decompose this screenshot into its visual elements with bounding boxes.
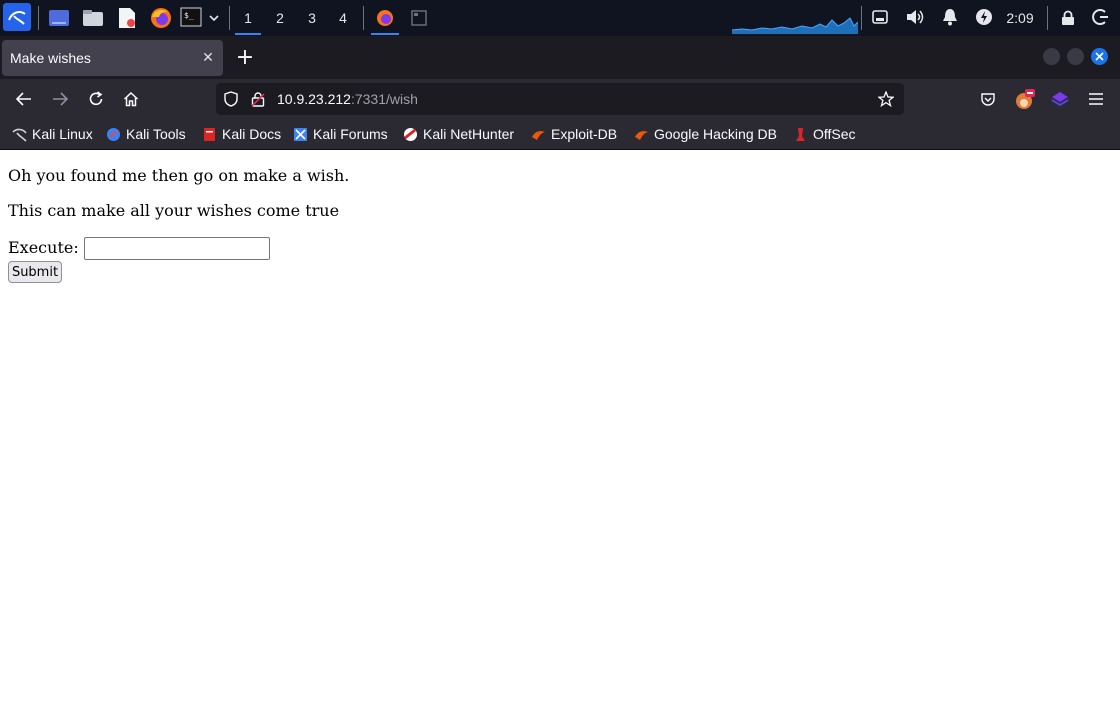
extension-purple-icon[interactable] xyxy=(1046,85,1074,113)
kali-dragon-icon xyxy=(12,127,27,142)
file-manager-icon[interactable] xyxy=(81,7,105,29)
tab-title: Make wishes xyxy=(10,50,91,66)
forward-icon[interactable] xyxy=(46,85,74,113)
chevron-down-icon[interactable] xyxy=(206,9,222,27)
bookmark-google-hacking-db[interactable]: Google Hacking DB xyxy=(634,119,777,149)
page-content: Oh you found me then go on make a wish. … xyxy=(0,151,1120,709)
workspace-3[interactable]: 3 xyxy=(297,0,327,36)
bookmark-kali-nethunter[interactable]: Kali NetHunter xyxy=(403,119,514,149)
kali-forums-icon xyxy=(293,127,308,142)
cpu-graph xyxy=(732,17,858,34)
minimize-window-button[interactable] xyxy=(1043,48,1060,65)
ghdb-icon xyxy=(634,127,649,142)
battery-monitor-icon[interactable] xyxy=(870,8,890,26)
back-icon[interactable] xyxy=(10,85,38,113)
intro-text: Oh you found me then go on make a wish. xyxy=(8,166,350,185)
submit-button[interactable]: Submit xyxy=(8,261,62,283)
pocket-icon[interactable] xyxy=(974,85,1002,113)
workspace-1[interactable]: 1 xyxy=(233,0,263,36)
url-text: 10.9.23.212:7331/wish xyxy=(277,83,418,115)
bookmark-label: Kali NetHunter xyxy=(423,126,515,142)
workspace-2[interactable]: 2 xyxy=(265,0,295,36)
url-host: 10.9.23.212 xyxy=(277,91,351,107)
bookmark-label: Google Hacking DB xyxy=(654,126,777,142)
bookmark-label: Kali Docs xyxy=(222,126,282,142)
url-path: :7331/wish xyxy=(350,91,418,107)
bookmark-label: Kali Forums xyxy=(313,126,388,142)
url-bar[interactable]: 10.9.23.212:7331/wish xyxy=(216,83,904,115)
taskbar-terminal-window[interactable] xyxy=(408,8,430,28)
reload-icon[interactable] xyxy=(82,85,110,113)
execute-input[interactable] xyxy=(84,237,270,260)
firefox-launcher-icon[interactable] xyxy=(148,5,174,31)
notification-bell-icon[interactable] xyxy=(940,7,960,27)
bookmark-star-icon[interactable] xyxy=(877,90,895,108)
execute-label: Execute: xyxy=(8,238,79,257)
navigation-toolbar: 10.9.23.212:7331/wish xyxy=(0,79,1120,119)
new-tab-icon[interactable]: + xyxy=(233,45,257,70)
taskbar-firefox-window[interactable] xyxy=(369,0,401,36)
wish-text: This can make all your wishes come true xyxy=(8,201,340,220)
tab-strip: Make wishes ✕ + xyxy=(0,36,1120,79)
bookmark-label: OffSec xyxy=(813,126,856,142)
kali-docs-icon xyxy=(202,127,217,142)
desktop-panel: $_ 1 2 3 4 2:09 xyxy=(0,0,1120,36)
bookmark-kali-docs[interactable]: Kali Docs xyxy=(202,119,281,149)
insecure-lock-icon[interactable] xyxy=(249,90,267,108)
bookmarks-toolbar: Kali Linux Kali Tools Kali Docs Kali For… xyxy=(0,119,1120,150)
lock-screen-icon[interactable] xyxy=(1059,8,1077,28)
bookmark-label: Kali Linux xyxy=(32,126,93,142)
volume-icon[interactable] xyxy=(904,7,926,27)
text-editor-icon[interactable] xyxy=(115,6,139,30)
logout-icon[interactable] xyxy=(1090,7,1110,27)
exploit-db-icon xyxy=(531,127,546,142)
panel-clock[interactable]: 2:09 xyxy=(1000,0,1040,36)
power-manager-icon[interactable] xyxy=(974,7,994,27)
bookmark-label: Kali Tools xyxy=(126,126,186,142)
bookmark-kali-tools[interactable]: Kali Tools xyxy=(106,119,186,149)
tab-make-wishes[interactable]: Make wishes ✕ xyxy=(2,40,223,76)
bookmark-kali-linux[interactable]: Kali Linux xyxy=(12,119,93,149)
workspace-4[interactable]: 4 xyxy=(328,0,358,36)
bookmark-kali-forums[interactable]: Kali Forums xyxy=(293,119,388,149)
svg-text:$_: $_ xyxy=(184,11,194,20)
bookmark-exploit-db[interactable]: Exploit-DB xyxy=(531,119,617,149)
home-icon[interactable] xyxy=(117,85,145,113)
terminal-launcher-icon[interactable]: $_ xyxy=(179,6,203,28)
bookmark-label: Exploit-DB xyxy=(551,126,618,142)
offsec-icon xyxy=(793,127,808,142)
show-desktop-icon[interactable] xyxy=(47,7,71,29)
maximize-window-button[interactable] xyxy=(1067,48,1084,65)
kali-tools-icon xyxy=(106,127,121,142)
tab-close-icon[interactable]: ✕ xyxy=(199,49,217,67)
bookmark-offsec[interactable]: OffSec xyxy=(793,119,856,149)
extension-fox-icon[interactable] xyxy=(1011,85,1039,113)
hamburger-menu-icon[interactable] xyxy=(1082,85,1110,113)
close-window-button[interactable] xyxy=(1091,48,1108,65)
tracking-protection-shield-icon[interactable] xyxy=(222,90,240,108)
nethunter-icon xyxy=(403,127,418,142)
kali-menu-icon[interactable] xyxy=(3,3,31,31)
